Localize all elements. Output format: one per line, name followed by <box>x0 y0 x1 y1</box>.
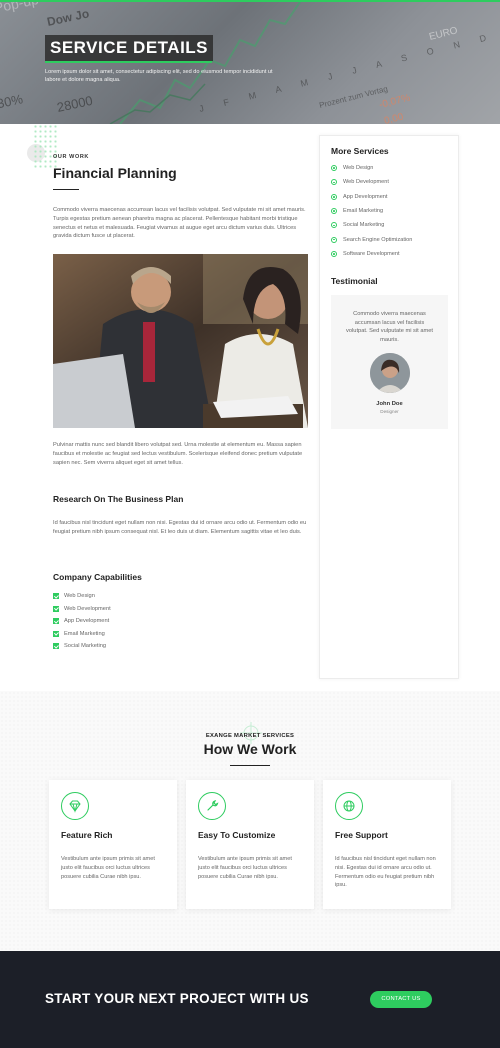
service-link[interactable]: Software Development <box>331 247 412 261</box>
capability-label: App Development <box>64 618 110 625</box>
testimonial-heading: Testimonial <box>331 276 378 286</box>
capability-item: Email Marketing <box>53 628 111 641</box>
hero-bg-text: 28000 <box>56 93 94 115</box>
title-divider <box>53 189 79 190</box>
checkbox-checked-icon <box>53 593 59 600</box>
circle-bullet-icon <box>331 165 337 172</box>
capability-item: Social Marketing <box>53 640 111 653</box>
title-accent-underline <box>45 61 212 63</box>
wrench-icon <box>198 792 226 820</box>
circle-bullet-icon <box>331 236 337 243</box>
service-link[interactable]: Email Marketing <box>331 204 412 218</box>
circle-bullet-icon <box>331 179 337 186</box>
circle-bullet-icon <box>331 222 337 229</box>
cta-title: START YOUR NEXT PROJECT WITH US <box>45 991 309 1006</box>
capabilities-list: Web Design Web Development App Developme… <box>53 590 111 653</box>
service-link-label: Email Marketing <box>343 208 384 215</box>
service-title: Financial Planning <box>53 165 177 181</box>
hero-description: Lorem ipsum dolor sit amet, consectetur … <box>45 69 273 83</box>
card-title: Feature Rich <box>61 830 113 840</box>
service-link[interactable]: Social Marketing <box>331 218 412 232</box>
sidebar: More Services Web Design Web Development… <box>319 135 459 679</box>
feature-card: Feature Rich Vestibulum ante ipsum primi… <box>49 780 177 909</box>
intro-paragraph: Commodo viverra maecenas accumsan lacus … <box>53 207 306 240</box>
testimonial-card: Commodo viverra maecenas accumsan lacus … <box>331 295 448 429</box>
service-link[interactable]: App Development <box>331 190 412 204</box>
diamond-icon <box>61 792 89 820</box>
circle-bullet-icon <box>331 193 337 200</box>
how-title: How We Work <box>203 741 297 757</box>
after-image-paragraph: Pulvinar mattis nunc sed blandit libero … <box>53 442 303 466</box>
testimonial-author: John Doe <box>376 401 403 407</box>
globe-icon <box>335 792 363 820</box>
avatar <box>370 353 410 393</box>
service-link-label: Social Marketing <box>343 222 385 229</box>
research-paragraph: Id faucibus nisl tincidunt eget nullam n… <box>53 520 307 535</box>
checkbox-checked-icon <box>53 643 59 650</box>
how-divider <box>230 765 270 766</box>
capability-item: App Development <box>53 615 111 628</box>
checkbox-checked-icon <box>53 630 59 637</box>
capability-label: Social Marketing <box>64 643 107 650</box>
hero-bg-text: Dow Jo <box>46 6 91 29</box>
hero-top-accent-line <box>0 0 500 2</box>
card-title: Easy To Customize <box>198 830 276 840</box>
circle-bullet-icon <box>331 250 337 257</box>
service-link[interactable]: Search Engine Optimization <box>331 232 412 246</box>
service-link-label: Web Development <box>343 179 389 186</box>
capabilities-heading: Company Capabilities <box>53 572 142 582</box>
service-link[interactable]: Web Design <box>331 161 412 175</box>
hero-bg-text: 0,00 <box>383 111 405 124</box>
how-eyebrow: EXANGE MARKET SERVICES <box>205 733 295 739</box>
capability-label: Web Design <box>64 593 95 600</box>
hero-banner: Pop-up Dow Jo 28000 30% Prozent zum Vort… <box>0 0 500 124</box>
capability-item: Web Development <box>53 603 111 616</box>
business-meeting-photo <box>53 254 308 428</box>
feature-card: Easy To Customize Vestibulum ante ipsum … <box>186 780 314 909</box>
checkbox-checked-icon <box>53 618 59 625</box>
card-title: Free Support <box>335 830 388 840</box>
hero-bg-text: Pop-up <box>0 0 40 16</box>
more-services-heading: More Services <box>331 146 389 156</box>
service-link-label: App Development <box>343 193 388 200</box>
hero-bg-text: -0,07% <box>378 93 412 111</box>
hero-bg-text: 30% <box>0 91 25 111</box>
testimonial-quote: Commodo viverra maecenas accumsan lacus … <box>346 311 433 343</box>
service-link[interactable]: Web Development <box>331 175 412 189</box>
feature-card: Free Support Id faucibus nisl tincidunt … <box>323 780 451 909</box>
capability-label: Web Development <box>64 605 111 612</box>
page-title: SERVICE DETAILS <box>45 35 214 61</box>
decorative-dot-pattern <box>33 124 59 170</box>
hero-bg-text: Prozent zum Vortag <box>318 84 388 110</box>
contact-us-button[interactable]: CONTACT US <box>370 991 432 1008</box>
page: Pop-up Dow Jo 28000 30% Prozent zum Vort… <box>0 0 500 1048</box>
card-text: Vestibulum ante ipsum primis sit amet ju… <box>198 856 292 880</box>
service-link-label: Search Engine Optimization <box>343 236 413 243</box>
section-eyebrow: OUR WORK <box>53 154 89 160</box>
capability-label: Email Marketing <box>64 630 105 637</box>
cta-banner: START YOUR NEXT PROJECT WITH US CONTACT … <box>0 951 500 1048</box>
more-services-list: Web Design Web Development App Developme… <box>331 161 412 261</box>
capability-item: Web Design <box>53 590 111 603</box>
service-link-label: Software Development <box>343 250 400 257</box>
testimonial-role: Designer <box>380 409 399 414</box>
card-text: Id faucibus nisl tincidunt eget nullam n… <box>335 856 436 889</box>
checkbox-checked-icon <box>53 605 59 612</box>
research-heading: Research On The Business Plan <box>53 494 184 504</box>
circle-bullet-icon <box>331 208 337 215</box>
card-text: Vestibulum ante ipsum primis sit amet ju… <box>61 856 155 880</box>
service-link-label: Web Design <box>343 165 374 172</box>
